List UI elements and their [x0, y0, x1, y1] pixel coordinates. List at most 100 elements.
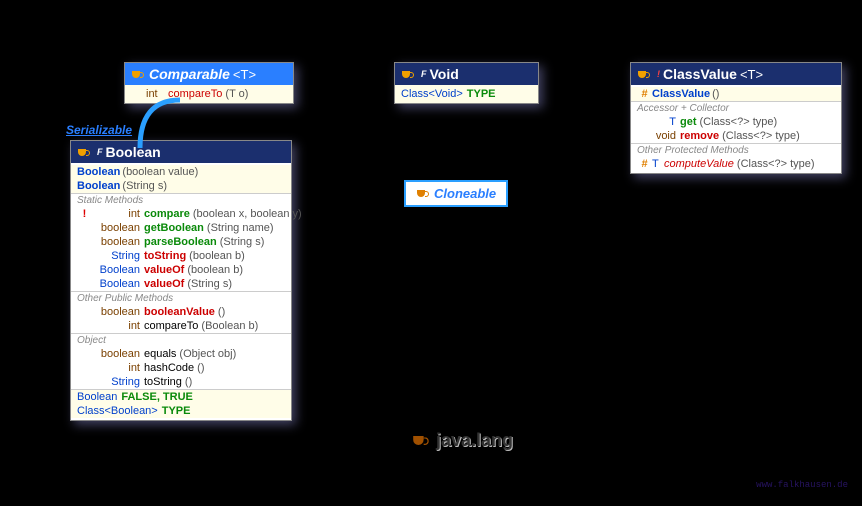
class-header: F Void — [395, 63, 538, 85]
field-value: TYPE — [162, 405, 191, 417]
fields-section: Boolean FALSE, TRUE Class<Boolean> TYPE — [71, 389, 291, 418]
section-label: Other Protected Methods — [631, 144, 841, 157]
class-body: Boolean (boolean value) Boolean (String … — [71, 163, 291, 420]
attribution: www.falkhausen.de — [756, 480, 848, 490]
interface-name: Cloneable — [434, 186, 496, 201]
return-type: boolean — [92, 306, 144, 318]
return-type: boolean — [92, 348, 144, 360]
class-header: ! ClassValue <T> — [631, 63, 841, 85]
class-body: Class<Void> TYPE — [395, 85, 538, 103]
field-type: Boolean — [77, 391, 117, 403]
method-name: valueOf — [144, 278, 184, 290]
method-params: (Boolean b) — [201, 320, 258, 332]
method-name: computeValue — [664, 158, 734, 170]
method-name: hashCode — [144, 362, 194, 374]
prefix: # — [637, 88, 652, 100]
method-params: (Class<?> type) — [722, 130, 800, 142]
method-name: compareTo — [144, 320, 198, 332]
method-row: boolean parseBoolean (String s) — [71, 235, 291, 249]
method-row: T get (Class<?> type) — [631, 115, 841, 129]
method-name: get — [680, 116, 697, 128]
inheritance-connector — [120, 90, 210, 150]
method-name: toString — [144, 376, 182, 388]
method-params: (Class<?> type) — [737, 158, 815, 170]
interface-cloneable: Cloneable — [404, 180, 508, 207]
public-section: Other Public Methods boolean booleanValu… — [71, 291, 291, 333]
field-type: Class<Boolean> — [77, 405, 158, 417]
cup-icon — [412, 433, 430, 447]
section-label: Object — [71, 334, 291, 347]
field-type: Class<Void> — [401, 88, 463, 100]
method-params: (String s) — [187, 278, 232, 290]
prefix: ! — [77, 208, 92, 220]
return-type: int — [92, 208, 144, 220]
return-type: int — [92, 320, 144, 332]
return-type: Boolean — [92, 278, 144, 290]
method-params: () — [185, 376, 192, 388]
cup-icon — [637, 69, 651, 80]
method-row: String toString (boolean b) — [71, 249, 291, 263]
return-type: T — [652, 158, 664, 170]
class-header: Comparable <T> — [125, 63, 293, 85]
method-row: boolean equals (Object obj) — [71, 347, 291, 361]
method-row: int compareTo (Boolean b) — [71, 319, 291, 333]
return-type: boolean — [92, 236, 144, 248]
object-section: Object boolean equals (Object obj) int h… — [71, 333, 291, 389]
class-name: Comparable — [149, 66, 230, 82]
section-label: Static Methods — [71, 194, 291, 207]
modifier: F — [97, 147, 103, 157]
method-params: (String s) — [220, 236, 265, 248]
ctor-params: (String s) — [122, 180, 167, 192]
return-type: String — [92, 250, 144, 262]
class-void: F Void Class<Void> TYPE — [394, 62, 539, 104]
method-params: (boolean x, boolean y) — [193, 208, 302, 220]
method-name: parseBoolean — [144, 236, 217, 248]
section-label: Other Public Methods — [71, 292, 291, 305]
method-params: (T o) — [225, 88, 248, 100]
return-type: boolean — [92, 222, 144, 234]
constructors-section: Boolean (boolean value) Boolean (String … — [71, 165, 291, 193]
field-value: TYPE — [467, 88, 496, 100]
method-name: equals — [144, 348, 176, 360]
method-row: String toString () — [71, 375, 291, 389]
method-params: (Class<?> type) — [700, 116, 778, 128]
constructor-row: Boolean (String s) — [71, 179, 291, 193]
ctor-name: Boolean — [77, 166, 120, 178]
method-name: remove — [680, 130, 719, 142]
return-type: Boolean — [92, 264, 144, 276]
field-row: Boolean FALSE, TRUE — [71, 390, 291, 404]
field-row: Class<Boolean> TYPE — [71, 404, 291, 418]
prefix: # — [637, 158, 652, 170]
method-row: ! int compare (boolean x, boolean y) — [71, 207, 291, 221]
method-name: compare — [144, 208, 190, 220]
field-row: Class<Void> TYPE — [395, 87, 538, 101]
method-params: () — [197, 362, 204, 374]
method-name: getBoolean — [144, 222, 204, 234]
constructor-row: # ClassValue () — [631, 87, 841, 101]
section-label: Accessor + Collector — [631, 102, 841, 115]
constructors-section: # ClassValue () — [631, 87, 841, 101]
class-body: # ClassValue () Accessor + Collector T g… — [631, 85, 841, 173]
method-params: (boolean b) — [187, 264, 243, 276]
method-row: boolean getBoolean (String name) — [71, 221, 291, 235]
cup-icon — [131, 69, 145, 80]
ctor-params: () — [712, 88, 719, 100]
return-type: String — [92, 376, 144, 388]
method-name: toString — [144, 250, 186, 262]
ctor-params: (boolean value) — [122, 166, 198, 178]
class-classvalue: ! ClassValue <T> # ClassValue () Accesso… — [630, 62, 842, 174]
package-label: java.lang — [414, 430, 513, 451]
method-row: Boolean valueOf (String s) — [71, 277, 291, 291]
cup-icon — [401, 69, 415, 80]
method-params: () — [218, 306, 225, 318]
protected-section: Other Protected Methods # T computeValue… — [631, 143, 841, 171]
accessor-section: Accessor + Collector T get (Class<?> typ… — [631, 101, 841, 143]
type-param: <T> — [233, 67, 256, 82]
return-type: int — [92, 362, 144, 374]
static-section: Static Methods ! int compare (boolean x,… — [71, 193, 291, 291]
method-name: booleanValue — [144, 306, 215, 318]
method-row: void remove (Class<?> type) — [631, 129, 841, 143]
cup-icon — [416, 188, 430, 199]
method-row: # T computeValue (Class<?> type) — [631, 157, 841, 171]
method-params: (String name) — [207, 222, 274, 234]
